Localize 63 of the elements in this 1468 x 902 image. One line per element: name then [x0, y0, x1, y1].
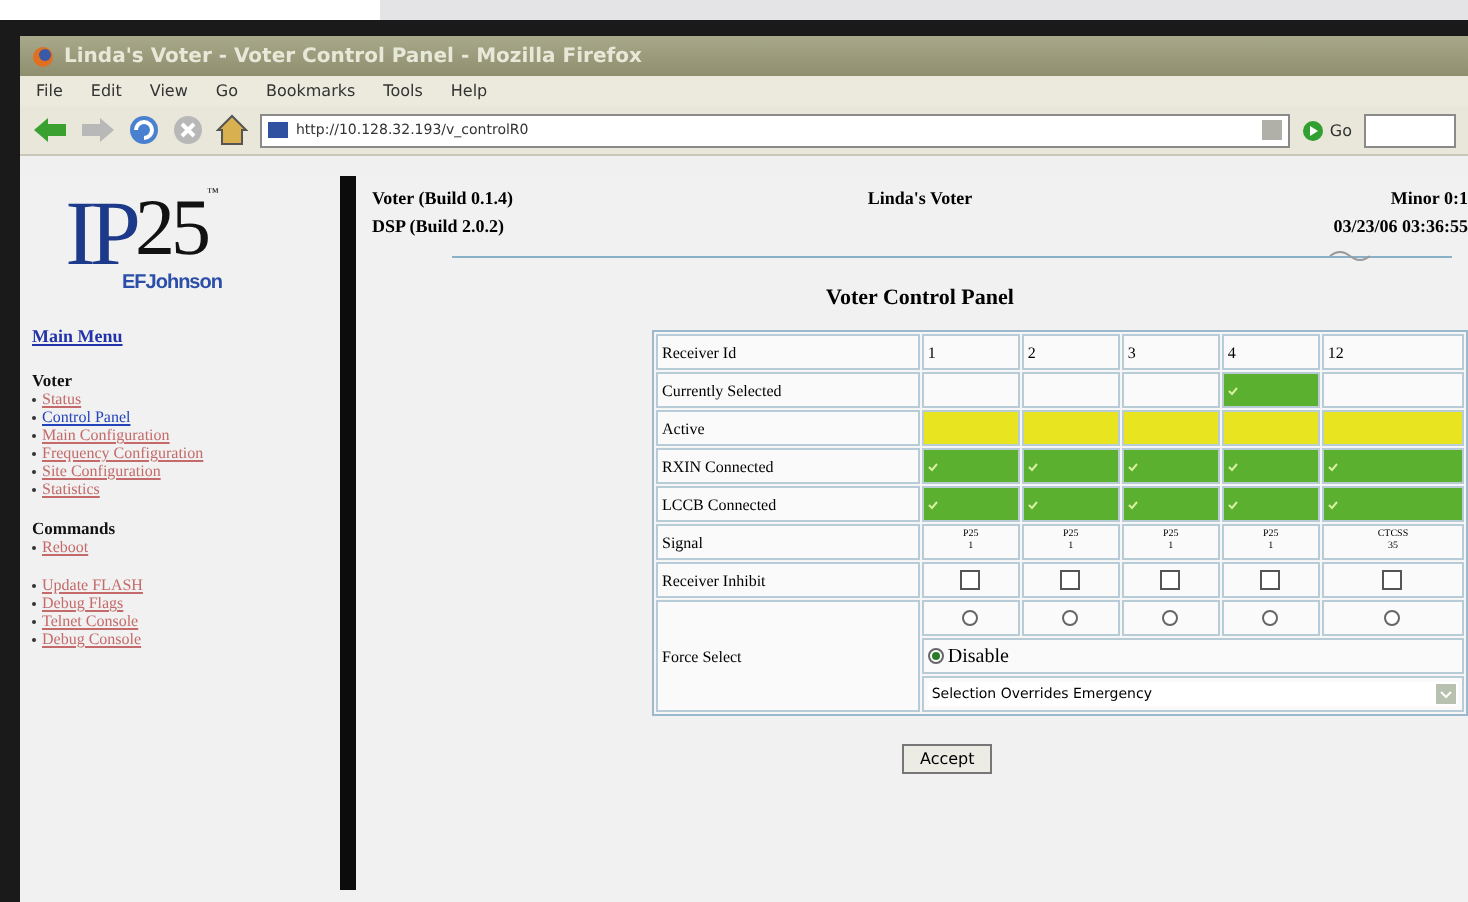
force-select-radio[interactable] — [1062, 610, 1079, 626]
check-icon — [927, 461, 938, 471]
window-title: Linda's Voter - Voter Control Panel - Mozilla Firefox — [64, 45, 642, 67]
receiver-id: 4 — [1221, 334, 1320, 370]
disable-radio[interactable] — [927, 648, 944, 664]
check-icon — [1327, 499, 1338, 509]
section-title: Commands — [32, 518, 118, 538]
check-icon — [1327, 461, 1338, 471]
back-icon[interactable] — [32, 116, 68, 144]
check-icon — [1227, 385, 1238, 395]
check-icon — [1227, 461, 1238, 471]
receiver-id: 1 — [921, 334, 1020, 370]
check-icon — [927, 499, 938, 509]
row-label: Signal — [656, 524, 920, 560]
ornament-icon — [1328, 248, 1372, 264]
voter-name: Linda's Voter — [867, 188, 973, 208]
go-button[interactable]: Go — [1301, 119, 1352, 141]
menu-item[interactable]: View — [149, 82, 188, 100]
menu-item[interactable]: File — [36, 82, 63, 100]
nav-link[interactable]: Control Panel — [42, 408, 131, 426]
receiver-id: 3 — [1121, 334, 1220, 370]
row-label: Currently Selected — [656, 372, 920, 408]
inhibit-checkbox[interactable] — [1260, 570, 1281, 590]
main-menu-link[interactable]: Main Menu — [32, 326, 123, 346]
inhibit-checkbox[interactable] — [1382, 570, 1403, 590]
row-label: Receiver Id — [656, 334, 920, 370]
menu-item[interactable]: Go — [215, 82, 238, 100]
row-label: Force Select — [656, 600, 920, 712]
inhibit-checkbox[interactable] — [1160, 570, 1181, 590]
radio-label: Disable — [947, 645, 1009, 667]
alarm-text: Minor 0:1 — [1388, 188, 1468, 208]
row-label: LCCB Connected — [656, 486, 920, 522]
check-icon — [1027, 461, 1038, 471]
check-icon — [1027, 499, 1038, 509]
check-icon — [1127, 499, 1138, 509]
site-icon — [268, 122, 288, 138]
reload-icon[interactable] — [128, 114, 160, 146]
timestamp: 03/23/06 03:36:55 — [1331, 216, 1468, 236]
browser-icon — [32, 45, 54, 67]
force-select-radio[interactable] — [962, 610, 979, 626]
force-select-radio[interactable] — [1162, 610, 1179, 626]
home-icon[interactable] — [216, 114, 248, 146]
force-select-radio[interactable] — [1262, 610, 1279, 626]
check-icon — [1227, 499, 1238, 509]
menu-item[interactable]: Tools — [383, 82, 423, 100]
force-select-radio[interactable] — [1384, 610, 1401, 626]
accept-button[interactable]: Accept — [902, 744, 993, 774]
build-text: Voter (Build 0.1.4) — [372, 188, 516, 208]
build-text: DSP (Build 2.0.2) — [372, 216, 507, 236]
menu-item[interactable]: Help — [450, 82, 488, 100]
row-label: Receiver Inhibit — [656, 562, 920, 598]
inhibit-checkbox[interactable] — [1060, 570, 1081, 590]
section-title: Voter — [32, 370, 74, 390]
page-heading: Voter Control Panel — [824, 286, 1016, 310]
check-icon — [1127, 461, 1138, 471]
search-field[interactable] — [1364, 113, 1456, 147]
menu-item[interactable]: Edit — [90, 82, 122, 100]
receiver-id: 12 — [1321, 334, 1464, 370]
receiver-id: 2 — [1021, 334, 1120, 370]
row-label: Active — [656, 410, 920, 446]
menu-item[interactable]: Bookmarks — [265, 82, 356, 100]
inhibit-checkbox[interactable] — [960, 570, 981, 590]
row-label: RXIN Connected — [656, 448, 920, 484]
